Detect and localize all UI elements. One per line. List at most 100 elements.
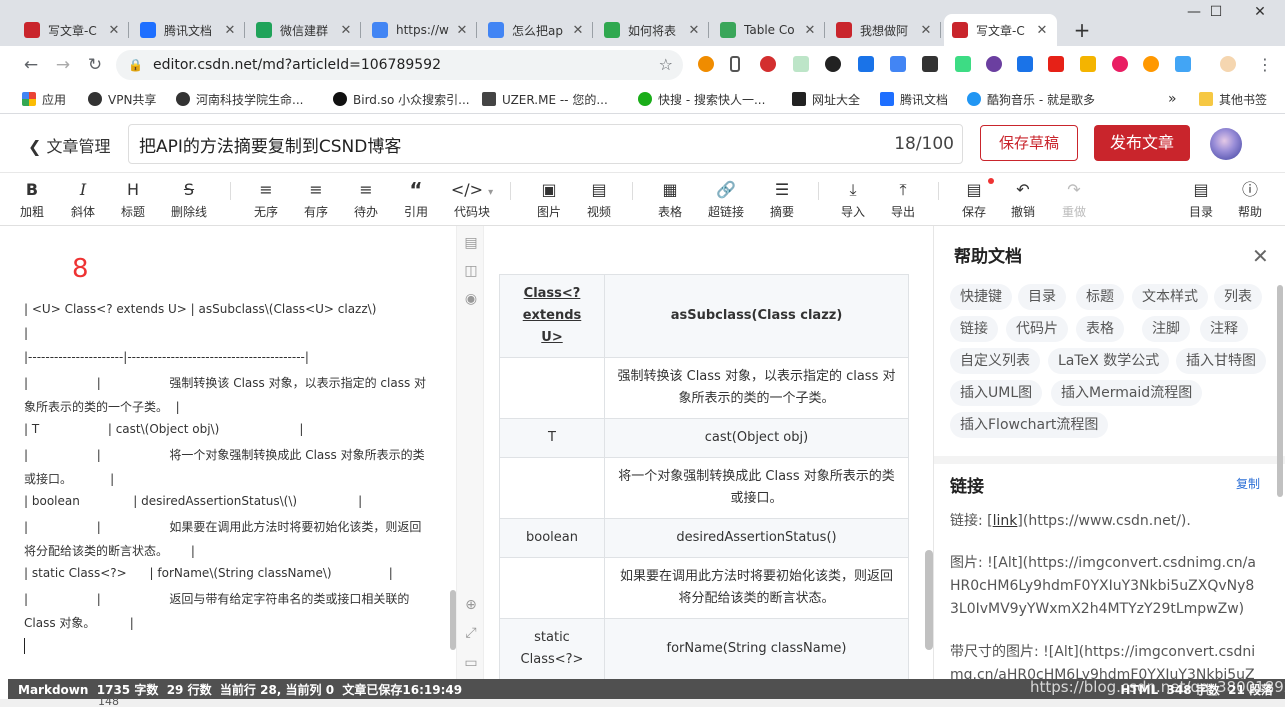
- help-topic-chip[interactable]: 标题: [1076, 284, 1124, 310]
- browser-tab[interactable]: 腾讯文档 ✕: [132, 14, 245, 46]
- help-scrollbar[interactable]: [1277, 285, 1283, 497]
- markdown-editor[interactable]: 8 | <U> Class<? extends U> | asSubclass\…: [8, 226, 456, 679]
- redo-button[interactable]: ↷ 重做: [1050, 178, 1098, 220]
- bookmark-apps[interactable]: 应用: [22, 90, 66, 108]
- help-topic-chip[interactable]: 注脚: [1142, 316, 1190, 342]
- tab-close-icon[interactable]: ✕: [803, 23, 817, 38]
- maximize-icon[interactable]: ☐: [1196, 4, 1236, 20]
- preview-eye-icon[interactable]: ◉: [462, 290, 480, 308]
- browser-tab[interactable]: https://w ✕: [364, 14, 477, 46]
- tab-close-icon[interactable]: ✕: [107, 23, 121, 38]
- link-word[interactable]: link: [993, 513, 1018, 529]
- quote-button[interactable]: “ 引用: [392, 178, 440, 220]
- split-pane-icon[interactable]: ◫: [462, 262, 480, 280]
- export-button[interactable]: ⤒ 导出: [879, 178, 927, 220]
- article-manage-back-link[interactable]: ❮ 文章管理: [28, 133, 111, 157]
- help-topic-chip[interactable]: 插入Mermaid流程图: [1051, 380, 1203, 406]
- toc-button[interactable]: ▤ 目录: [1177, 178, 1225, 220]
- back-arrow-icon[interactable]: ←: [20, 54, 42, 76]
- bold-button[interactable]: B 加粗: [8, 178, 56, 220]
- extension-v-icon[interactable]: [858, 56, 874, 72]
- extension-youtube-icon[interactable]: [1048, 56, 1064, 72]
- extension-green-square-icon[interactable]: [793, 56, 809, 72]
- image-button[interactable]: ▣ 图片: [525, 178, 573, 220]
- import-button[interactable]: ⤓ 导入: [829, 178, 877, 220]
- bookmark-item[interactable]: 网址大全: [792, 90, 860, 108]
- extension-bookmark-icon[interactable]: [730, 56, 740, 72]
- extension-infinity-icon[interactable]: [698, 56, 714, 72]
- sync-scroll-icon[interactable]: ⊕: [462, 596, 480, 614]
- bookmark-star-icon[interactable]: ☆: [659, 55, 673, 74]
- help-topic-chip[interactable]: 快捷键: [950, 284, 1012, 310]
- help-topic-chip[interactable]: 插入甘特图: [1176, 348, 1266, 374]
- extension-purple-icon[interactable]: [986, 56, 1002, 72]
- bookmark-item[interactable]: VPN共享: [88, 90, 156, 108]
- copy-button[interactable]: 复制: [1236, 475, 1260, 492]
- reload-icon[interactable]: ↻: [84, 54, 106, 76]
- screen-icon[interactable]: ▭: [462, 654, 480, 672]
- help-topic-chip[interactable]: 注释: [1200, 316, 1248, 342]
- help-button[interactable]: ⓘ 帮助: [1226, 178, 1274, 220]
- italic-button[interactable]: I 斜体: [59, 178, 107, 220]
- fullscreen-icon[interactable]: ⤢: [462, 624, 480, 642]
- preview-scrollbar[interactable]: [925, 550, 933, 650]
- code-block-button[interactable]: </> ▾ 代码块: [448, 178, 496, 220]
- help-topic-chip[interactable]: 目录: [1018, 284, 1066, 310]
- help-topic-chip[interactable]: 文本样式: [1132, 284, 1208, 310]
- other-bookmarks-folder[interactable]: 其他书签: [1199, 90, 1267, 108]
- strikethrough-button[interactable]: S 删除线: [165, 178, 213, 220]
- article-title-input[interactable]: 把API的方法摘要复制到CSND博客 18/100: [128, 124, 963, 164]
- tab-close-icon[interactable]: ✕: [919, 23, 933, 38]
- bookmark-item[interactable]: 腾讯文档: [880, 90, 948, 108]
- video-button[interactable]: ▤ 视频: [575, 178, 623, 220]
- extension-eye-icon[interactable]: [1143, 56, 1159, 72]
- url-omnibox[interactable]: 🔒 editor.csdn.net/md?articleId=106789592…: [116, 50, 683, 80]
- bookmark-item[interactable]: 快搜 - 搜索快人一...: [638, 90, 765, 108]
- extension-colorful-icon[interactable]: [1080, 56, 1096, 72]
- publish-button[interactable]: 发布文章: [1094, 125, 1190, 161]
- extension-adblock-icon[interactable]: [760, 56, 776, 72]
- tab-close-icon[interactable]: ✕: [339, 23, 353, 38]
- bookmark-item[interactable]: 酷狗音乐 - 就是歌多: [967, 90, 1095, 108]
- extension-blue-icon[interactable]: [1175, 56, 1191, 72]
- forward-arrow-icon[interactable]: →: [52, 54, 74, 76]
- undo-button[interactable]: ↶ 撤销: [999, 178, 1047, 220]
- browser-tab[interactable]: 微信建群 ✕: [248, 14, 361, 46]
- extension-notification-icon[interactable]: [922, 56, 938, 72]
- extension-android-icon[interactable]: [955, 56, 971, 72]
- extension-search-icon[interactable]: [1017, 56, 1033, 72]
- tab-close-icon[interactable]: ✕: [571, 23, 585, 38]
- browser-tab[interactable]: 写文章-C ✕: [16, 14, 129, 46]
- help-topic-chip[interactable]: 链接: [950, 316, 998, 342]
- close-window-icon[interactable]: ✕: [1240, 4, 1280, 20]
- help-topic-chip[interactable]: LaTeX 数学公式: [1048, 348, 1170, 374]
- todo-list-button[interactable]: ≡ 待办: [342, 178, 390, 220]
- help-topic-chip[interactable]: 插入UML图: [950, 380, 1043, 406]
- browser-tab[interactable]: 我想做阿 ✕: [828, 14, 941, 46]
- help-topic-chip[interactable]: 代码片: [1006, 316, 1068, 342]
- tab-close-icon[interactable]: ✕: [223, 23, 237, 38]
- close-icon[interactable]: ✕: [1252, 244, 1269, 268]
- hyperlink-button[interactable]: 🔗 超链接: [702, 178, 750, 220]
- help-topic-chip[interactable]: 列表: [1214, 284, 1262, 310]
- bookmarks-more-button[interactable]: »: [1168, 90, 1177, 108]
- extension-translate-icon[interactable]: [890, 56, 906, 72]
- bookmark-item[interactable]: UZER.ME -- 您的...: [482, 90, 608, 108]
- browser-tab[interactable]: 怎么把ap ✕: [480, 14, 593, 46]
- save-button[interactable]: ▤ 保存: [950, 178, 998, 220]
- help-topic-chip[interactable]: 自定义列表: [950, 348, 1040, 374]
- tab-close-icon[interactable]: ✕: [687, 23, 701, 38]
- ordered-list-button[interactable]: ≡ 有序: [292, 178, 340, 220]
- profile-avatar-icon[interactable]: [1220, 56, 1236, 72]
- help-topic-chip[interactable]: 表格: [1076, 316, 1124, 342]
- browser-tab[interactable]: Table Co ✕: [712, 14, 825, 46]
- help-topic-chip[interactable]: 插入Flowchart流程图: [950, 412, 1109, 438]
- new-tab-button[interactable]: +: [1068, 16, 1096, 44]
- extension-key-icon[interactable]: [825, 56, 841, 72]
- browser-tab[interactable]: 写文章-C ✕: [944, 14, 1057, 46]
- extension-star-icon[interactable]: [1112, 56, 1128, 72]
- bookmark-item[interactable]: Bird.so 小众搜索引...: [333, 90, 470, 108]
- summary-button[interactable]: ☰ 摘要: [758, 178, 806, 220]
- unordered-list-button[interactable]: ≡ 无序: [242, 178, 290, 220]
- heading-button[interactable]: H 标题: [109, 178, 157, 220]
